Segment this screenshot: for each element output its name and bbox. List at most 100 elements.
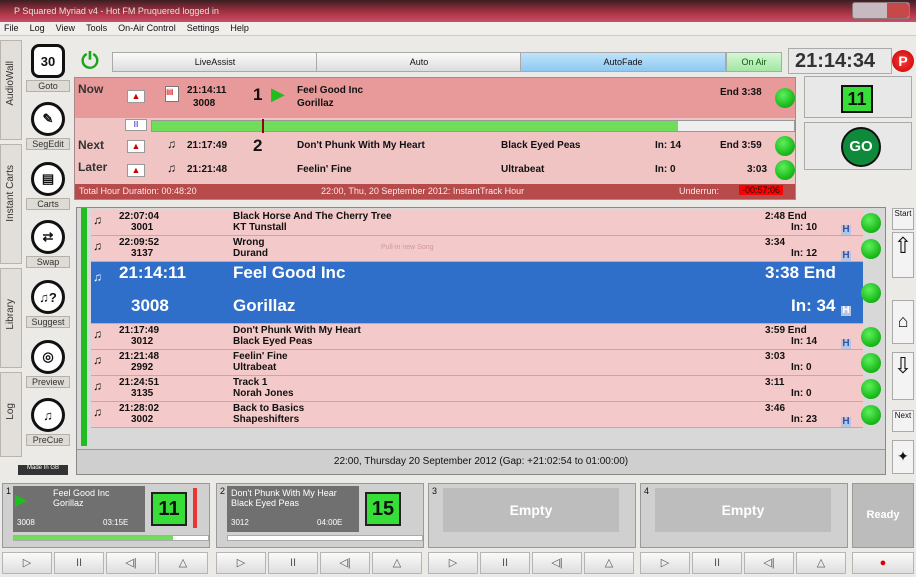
- next-index: 2: [253, 136, 263, 155]
- menu-settings[interactable]: Settings: [183, 22, 224, 34]
- auto-button[interactable]: Auto: [316, 52, 522, 72]
- player-4[interactable]: 4 Empty: [640, 483, 848, 548]
- later-artist: Ultrabeat: [501, 164, 545, 175]
- segedit-button[interactable]: ✎ SegEdit: [26, 100, 70, 152]
- row-title: Feelin' Fine: [233, 351, 288, 362]
- autofade-button[interactable]: AutoFade: [520, 52, 726, 72]
- playlist-row[interactable]: ♫ 21:28:02 3002 Back to Basics Shapeshifters…: [91, 402, 881, 428]
- goto-button[interactable]: 30 Goto: [26, 42, 70, 94]
- next-eject-button[interactable]: ▲: [127, 140, 145, 153]
- home-icon[interactable]: ⌂: [892, 300, 914, 344]
- swap-button[interactable]: ⇄ Swap: [26, 218, 70, 270]
- playlist-row[interactable]: ♫ 21:21:48 2992 Feelin' Fine Ultrabeat 3:03 In…: [91, 350, 881, 376]
- row-time: 21:17:49: [119, 325, 160, 336]
- now-end: End 3:38: [720, 87, 762, 98]
- go-button[interactable]: GO: [841, 127, 881, 167]
- row-artist: Ultrabeat: [233, 362, 277, 373]
- tab-library[interactable]: Library: [0, 268, 22, 368]
- tab-instant-carts[interactable]: Instant Carts: [0, 144, 22, 264]
- player-4-eject-button[interactable]: △: [796, 552, 846, 574]
- player-3-pause-button[interactable]: II: [480, 552, 530, 574]
- later-eject-button[interactable]: ▲: [127, 164, 145, 177]
- row-time: 21:14:11: [119, 263, 187, 282]
- playlist-row[interactable]: ♫ 22:09:52 3137 Wrong Durand 3:34 In: 12 Pull-i…: [91, 236, 881, 262]
- menu-on-air-control[interactable]: On-Air Control: [114, 22, 180, 34]
- now-progress-bar[interactable]: [151, 119, 795, 133]
- now-label: Now: [78, 82, 104, 96]
- close-button[interactable]: [887, 3, 909, 18]
- player-1-progress[interactable]: [13, 535, 209, 541]
- player-1-meter: [193, 488, 197, 528]
- player-1-eject-button[interactable]: △: [158, 552, 208, 574]
- player-1-play-button[interactable]: ▷: [2, 552, 52, 574]
- player-3-play-button[interactable]: ▷: [428, 552, 478, 574]
- power-icon[interactable]: ⏻: [76, 48, 104, 76]
- row-in: In: 0: [791, 388, 812, 399]
- menu-tools[interactable]: Tools: [82, 22, 111, 34]
- row-cart: 3002: [131, 414, 154, 425]
- next-status-dot: [775, 136, 795, 156]
- player-2-progress[interactable]: [227, 535, 423, 541]
- suggest-button[interactable]: ♫? Suggest: [26, 278, 70, 330]
- playlist-row[interactable]: ♫ 21:17:49 3012 Don't Phunk With My Heart Bl…: [91, 324, 881, 350]
- preview-button[interactable]: ◎ Preview: [26, 338, 70, 390]
- precue-button[interactable]: ♫ PreCue: [26, 396, 70, 448]
- now-eject-button[interactable]: ▲: [127, 90, 145, 103]
- liveassist-button[interactable]: LiveAssist: [112, 52, 318, 72]
- player-2-count: 15: [365, 492, 401, 526]
- player-3-rewind-button[interactable]: ◁|: [532, 552, 582, 574]
- row-artist: Shapeshifters: [233, 414, 300, 425]
- precue-icon: ♫: [31, 398, 65, 432]
- player-4-pause-button[interactable]: II: [692, 552, 742, 574]
- scroll-up-button[interactable]: ⇧: [892, 232, 914, 278]
- cart-icon: ♫: [93, 405, 102, 419]
- scroll-down-button[interactable]: ⇩: [892, 352, 914, 400]
- onair-button[interactable]: On Air: [726, 52, 782, 72]
- later-title: Feelin' Fine: [297, 164, 352, 175]
- tab-log[interactable]: Log: [0, 372, 22, 457]
- record-button[interactable]: ●: [852, 552, 914, 574]
- menu-log[interactable]: Log: [26, 22, 49, 34]
- menu-view[interactable]: View: [52, 22, 79, 34]
- player-3-eject-button[interactable]: △: [584, 552, 634, 574]
- h-badge: H: [841, 250, 851, 261]
- tab-audiowall[interactable]: AudioWall: [0, 40, 22, 140]
- row-artist: Black Eyed Peas: [233, 336, 313, 347]
- playlist-footer: 22:00, Thursday 20 September 2012 (Gap: …: [77, 449, 885, 474]
- player-2[interactable]: 2 Don't Phunk With My Hear Black Eyed Pe…: [216, 483, 424, 548]
- player-3[interactable]: 3 Empty: [428, 483, 636, 548]
- playlist-row[interactable]: ♫ 22:07:04 3001 Black Horse And The Cherry …: [91, 210, 881, 236]
- row-in: In: 10: [791, 222, 818, 233]
- player-2-pause-button[interactable]: II: [268, 552, 318, 574]
- row-note: Pull-in new Song: [381, 244, 434, 251]
- now-title: Feel Good Inc: [297, 85, 364, 96]
- player-1[interactable]: 1 ▶ Feel Good Inc Gorillaz 3008 03:15E 1…: [2, 483, 210, 548]
- later-time: 21:21:48: [187, 164, 228, 175]
- now-cart-icon: ▤: [165, 86, 179, 102]
- pause-button[interactable]: II: [125, 119, 147, 131]
- playlist-row[interactable]: ♫ 21:24:51 3135 Track 1 Norah Jones 3:11 In: 0: [91, 376, 881, 402]
- next-button[interactable]: Next: [892, 410, 914, 432]
- player-1-rewind-button[interactable]: ◁|: [106, 552, 156, 574]
- row-in: In: 34: [791, 296, 836, 315]
- player-4-rewind-button[interactable]: ◁|: [744, 552, 794, 574]
- player-2-rewind-button[interactable]: ◁|: [320, 552, 370, 574]
- row-title: Wrong: [233, 237, 265, 248]
- start-button[interactable]: Start: [892, 208, 914, 230]
- menu-help[interactable]: Help: [226, 22, 253, 34]
- satellite-icon[interactable]: ✦: [892, 440, 914, 474]
- next-cart-icon: ♫: [167, 137, 176, 151]
- player-4-play-button[interactable]: ▷: [640, 552, 690, 574]
- clock: 21:14:34: [788, 48, 892, 74]
- menu-file[interactable]: File: [0, 22, 23, 34]
- player-2-play-button[interactable]: ▷: [216, 552, 266, 574]
- row-title: Black Horse And The Cherry Tree: [233, 211, 392, 222]
- row-status-dot: [861, 353, 881, 373]
- player-1-pause-button[interactable]: II: [54, 552, 104, 574]
- carts-button[interactable]: ▤ Carts: [26, 160, 70, 212]
- player-4-empty: Empty: [655, 488, 831, 532]
- next-in: In: 14: [655, 140, 682, 151]
- playlist-row-current[interactable]: ♫ 21:14:11 3008 Feel Good Inc Gorillaz 3:38 E…: [91, 262, 881, 324]
- window-controls[interactable]: [852, 2, 910, 19]
- player-2-eject-button[interactable]: △: [372, 552, 422, 574]
